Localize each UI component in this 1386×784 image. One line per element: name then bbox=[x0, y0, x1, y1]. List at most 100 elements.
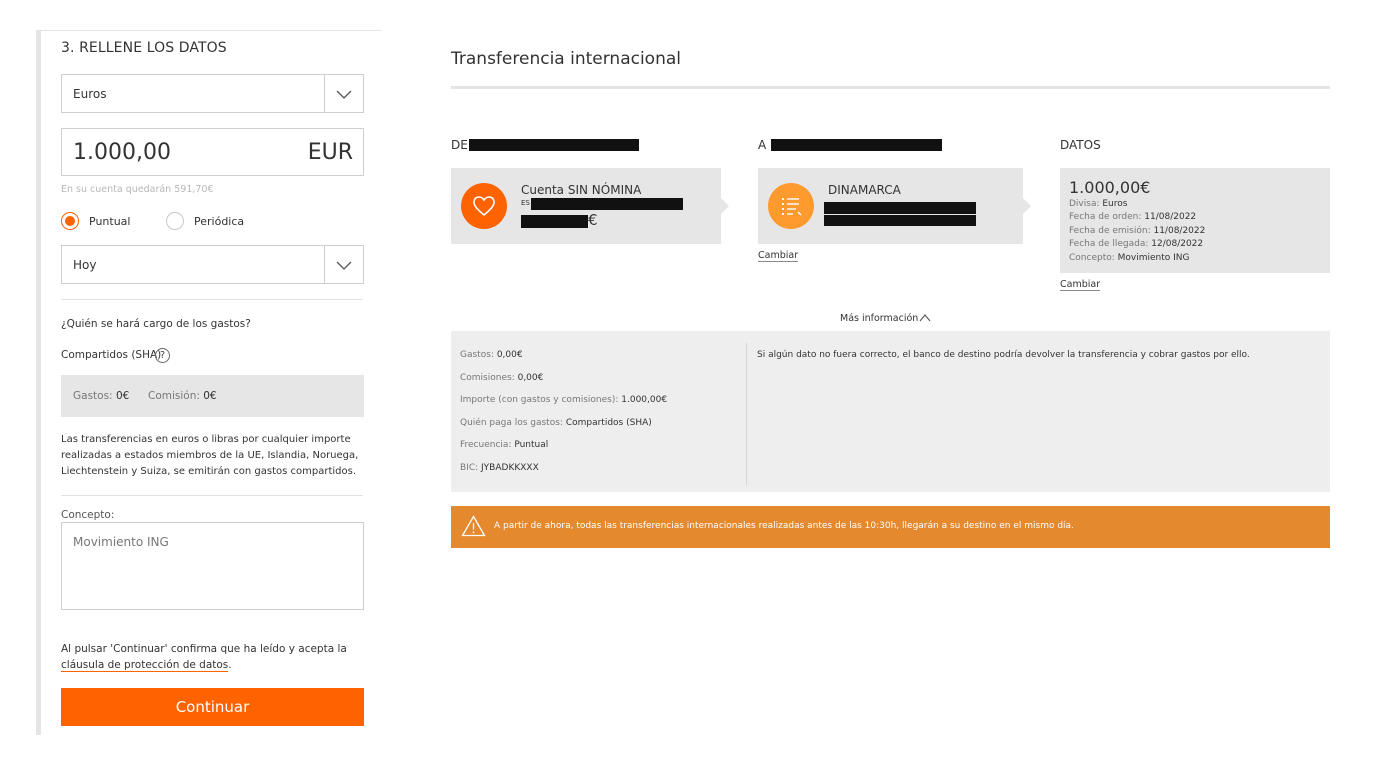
currency-select-value: Euros bbox=[73, 87, 107, 101]
commission-value: 0€ bbox=[203, 390, 217, 402]
datos-line-value: Euros bbox=[1102, 199, 1128, 209]
redacted-block bbox=[771, 139, 942, 151]
fees-value: 0€ bbox=[115, 390, 130, 402]
transfer-data-box: 1.000,00€ Divisa: Euros Fecha de orden: … bbox=[1060, 168, 1330, 273]
divider bbox=[61, 495, 363, 496]
divider bbox=[61, 299, 363, 300]
details-divider bbox=[746, 343, 747, 485]
concept-textarea[interactable]: Movimiento ING bbox=[61, 522, 364, 610]
detail-label: Importe (con gastos y comisiones): bbox=[460, 395, 619, 405]
chevron-down-icon[interactable] bbox=[335, 256, 353, 274]
radio-puntual[interactable]: Puntual bbox=[61, 212, 130, 230]
detail-label: Comisiones: bbox=[460, 373, 515, 383]
detail-value: 0,00€ bbox=[496, 350, 523, 360]
detail-row: Comisiones: 0,00€ bbox=[460, 373, 543, 383]
panel-top-divider bbox=[41, 30, 381, 31]
card-arrow bbox=[721, 198, 729, 214]
datos-line-value: Movimiento ING bbox=[1117, 253, 1190, 263]
beneficiary-avatar bbox=[768, 183, 814, 229]
heart-icon bbox=[473, 196, 495, 217]
consent-prefix: Al pulsar 'Continuar' confirma que ha le… bbox=[61, 643, 347, 655]
detail-label: Quién paga los gastos: bbox=[460, 418, 563, 428]
datos-amount: 1.000,00€ bbox=[1069, 178, 1151, 197]
redacted-block bbox=[824, 215, 976, 226]
datos-line-value: 12/08/2022 bbox=[1151, 239, 1204, 249]
detail-value: 0,00€ bbox=[517, 373, 544, 383]
select-divider bbox=[324, 246, 325, 283]
detail-row: Importe (con gastos y comisiones): 1.000… bbox=[460, 395, 667, 405]
datos-line-label: Concepto: bbox=[1069, 253, 1115, 263]
iban-prefix: ES bbox=[521, 199, 530, 207]
radio-periodica[interactable]: Periódica bbox=[166, 212, 244, 230]
detail-row: Gastos: 0,00€ bbox=[460, 350, 523, 360]
page-title: Transferencia internacional bbox=[451, 49, 681, 69]
commission-label: Comisión: bbox=[148, 390, 200, 402]
fees-item: Gastos: 0€ bbox=[73, 390, 129, 402]
radio-puntual-label: Puntual bbox=[89, 214, 131, 228]
date-select-value: Hoy bbox=[73, 258, 97, 272]
help-icon[interactable]: ? bbox=[155, 348, 170, 363]
detail-value: Compartidos (SHA) bbox=[565, 418, 652, 428]
datos-line-value: 11/08/2022 bbox=[1144, 212, 1197, 222]
consent-suffix: . bbox=[228, 659, 232, 671]
redacted-block bbox=[521, 215, 588, 228]
detail-value: JYBADKKXXX bbox=[481, 463, 539, 473]
amount-input[interactable]: 1.000,00 EUR bbox=[61, 128, 364, 176]
radio-periodica-label: Periódica bbox=[194, 214, 245, 228]
more-info-toggle[interactable]: Más información bbox=[840, 313, 918, 324]
datos-line-label: Fecha de llegada: bbox=[1069, 239, 1149, 249]
to-account-card: DINAMARCA bbox=[758, 168, 1031, 244]
step-title: 3. RELLENE LOS DATOS bbox=[61, 40, 227, 56]
notice-banner: A partir de ahora, todas las transferenc… bbox=[451, 506, 1330, 548]
redacted-block bbox=[469, 139, 639, 151]
datos-line: Fecha de llegada: 12/08/2022 bbox=[1069, 239, 1203, 249]
chevron-down-icon[interactable] bbox=[335, 85, 353, 103]
currency-select[interactable]: Euros bbox=[61, 74, 364, 113]
concept-value: Movimiento ING bbox=[73, 535, 169, 549]
concept-label: Concepto: bbox=[61, 509, 115, 521]
to-label: A bbox=[758, 138, 767, 152]
detail-label: BIC: bbox=[460, 463, 479, 473]
chevron-up-icon[interactable] bbox=[918, 312, 932, 324]
to-country: DINAMARCA bbox=[828, 183, 901, 197]
fees-label: Gastos: bbox=[73, 390, 113, 402]
from-account-name: Cuenta SIN NÓMINA bbox=[521, 183, 642, 197]
datos-label: DATOS bbox=[1060, 138, 1101, 152]
redacted-block bbox=[824, 202, 976, 214]
amount-currency: EUR bbox=[307, 140, 353, 165]
redacted-block bbox=[531, 198, 683, 210]
fees-question: ¿Quién se hará cargo de los gastos? bbox=[61, 318, 251, 330]
detail-row: BIC: JYBADKKXXX bbox=[460, 463, 539, 473]
card-arrow bbox=[1023, 198, 1031, 214]
remaining-balance-note: En su cuenta quedarán 591,70€ bbox=[61, 184, 214, 195]
radio-unselected-icon[interactable] bbox=[166, 212, 184, 230]
continue-button[interactable]: Continuar bbox=[61, 688, 364, 726]
change-data-link[interactable]: Cambiar bbox=[1060, 279, 1101, 291]
datos-line: Divisa: Euros bbox=[1069, 199, 1127, 209]
commission-item: Comisión: 0€ bbox=[148, 390, 217, 402]
datos-line: Fecha de orden: 11/08/2022 bbox=[1069, 212, 1196, 222]
datos-line: Concepto: Movimiento ING bbox=[1069, 253, 1190, 263]
detail-value: Puntual bbox=[514, 440, 549, 450]
amount-value: 1.000,00 bbox=[73, 140, 171, 165]
fees-summary-box: Gastos: 0€ Comisión: 0€ bbox=[61, 375, 364, 417]
detail-row: Frecuencia: Puntual bbox=[460, 440, 548, 450]
details-note: Si algún dato no fuera correcto, el banc… bbox=[757, 350, 1250, 360]
data-protection-link[interactable]: cláusula de protección de datos bbox=[61, 659, 229, 672]
detail-value: 1.000,00€ bbox=[621, 395, 668, 405]
detail-label: Gastos: bbox=[460, 350, 494, 360]
consent-text: Al pulsar 'Continuar' confirma que ha le… bbox=[61, 641, 361, 673]
banner-text: A partir de ahora, todas las transferenc… bbox=[494, 521, 1074, 531]
datos-line: Fecha de emisión: 11/08/2022 bbox=[1069, 226, 1205, 236]
from-label: DE bbox=[451, 138, 468, 152]
account-avatar bbox=[461, 183, 507, 229]
date-select[interactable]: Hoy bbox=[61, 245, 364, 284]
balance-suffix: € bbox=[588, 211, 598, 229]
detail-label: Frecuencia: bbox=[460, 440, 512, 450]
change-beneficiary-link[interactable]: Cambiar bbox=[758, 250, 799, 262]
list-icon bbox=[782, 198, 802, 216]
details-panel: Gastos: 0,00€ Comisiones: 0,00€ Importe … bbox=[451, 331, 1330, 492]
radio-selected-icon[interactable] bbox=[61, 212, 79, 230]
select-divider bbox=[324, 75, 325, 112]
detail-row: Quién paga los gastos: Compartidos (SHA) bbox=[460, 418, 652, 428]
